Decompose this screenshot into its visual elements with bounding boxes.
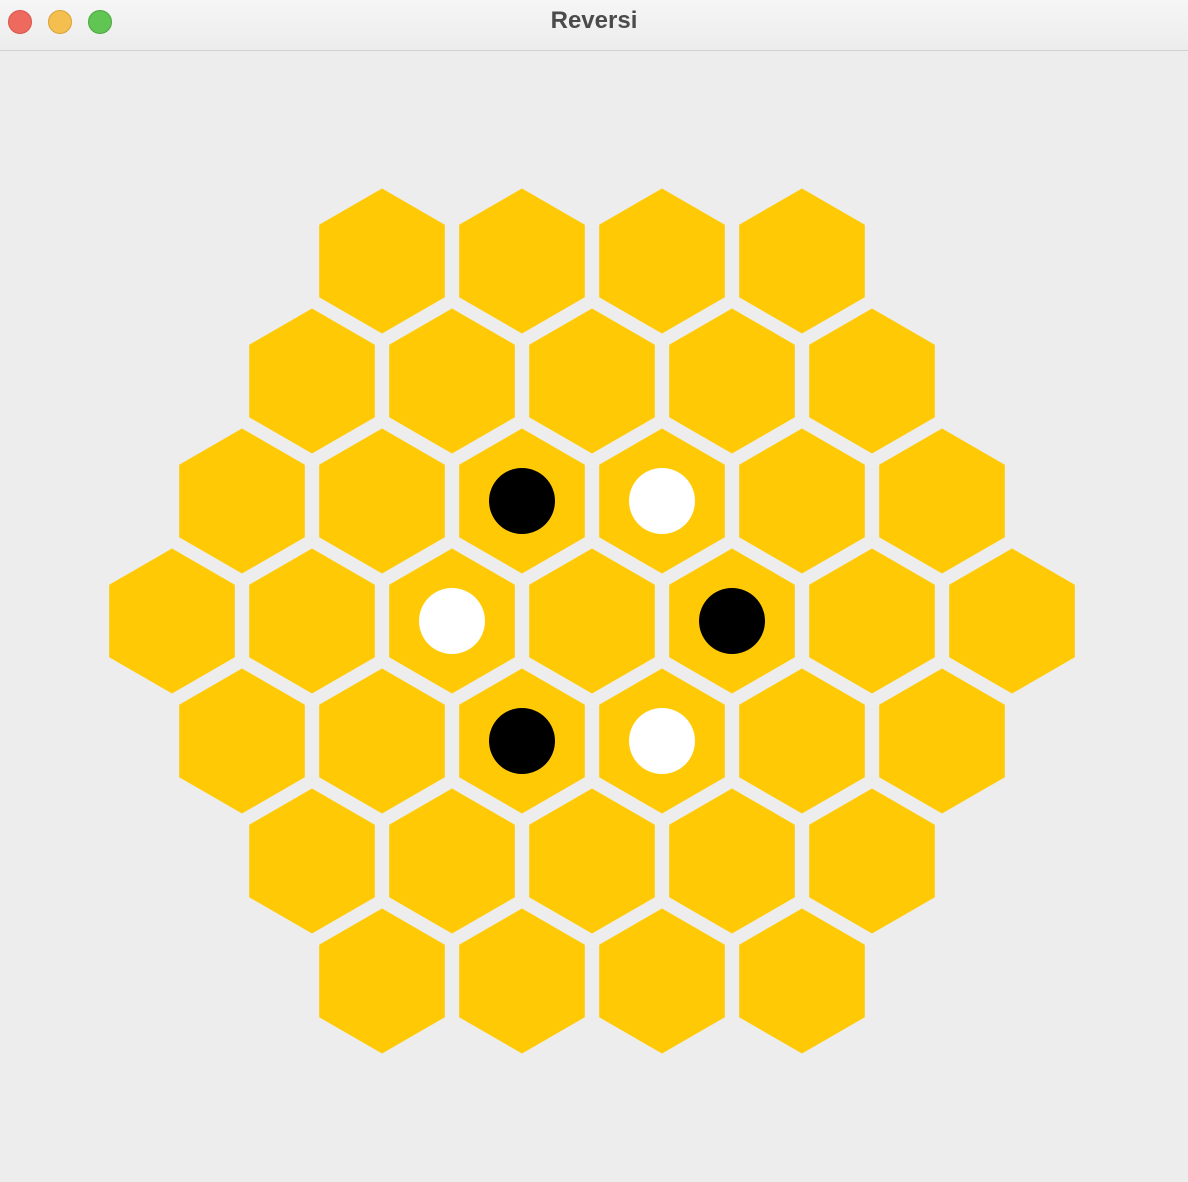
- board-cell-r1-c2[interactable]: [523, 301, 661, 461]
- white-piece: [629, 468, 695, 534]
- board-cell-r6-c2[interactable]: [593, 901, 731, 1061]
- board-cell-r0-c3[interactable]: [733, 181, 871, 341]
- board-cell-r1-c3[interactable]: [663, 301, 801, 461]
- black-piece: [489, 468, 555, 534]
- board-cell-r3-c1[interactable]: [243, 541, 381, 701]
- window-title: Reversi: [550, 7, 638, 34]
- board-cell-r5-c2[interactable]: [523, 781, 661, 941]
- black-piece: [699, 588, 765, 654]
- board-cell-r3-c5[interactable]: [803, 541, 941, 701]
- board-cell-r1-c4[interactable]: [803, 301, 941, 461]
- board-cell-r0-c0[interactable]: [313, 181, 451, 341]
- white-piece: [419, 588, 485, 654]
- board-cell-r4-c0[interactable]: [173, 661, 311, 821]
- white-piece: [629, 708, 695, 774]
- board-cell-r1-c0[interactable]: [243, 301, 381, 461]
- board-cell-r2-c4[interactable]: [733, 421, 871, 581]
- board-cell-r4-c1[interactable]: [313, 661, 451, 821]
- board-cell-r2-c1[interactable]: [313, 421, 451, 581]
- board-cell-r6-c1[interactable]: [453, 901, 591, 1061]
- board-cell-r5-c0[interactable]: [243, 781, 381, 941]
- board-canvas: [103, 181, 1081, 1061]
- board-cell-r0-c1[interactable]: [453, 181, 591, 341]
- board-cell-r1-c1[interactable]: [383, 301, 521, 461]
- board-cell-r3-c6[interactable]: [943, 541, 1081, 701]
- app-window: Reversi: [0, 0, 1188, 1182]
- board-cell-r4-c5[interactable]: [873, 661, 1011, 821]
- title-bar: Reversi: [0, 0, 1188, 51]
- board-cell-r2-c0[interactable]: [173, 421, 311, 581]
- board-cell-r5-c1[interactable]: [383, 781, 521, 941]
- board-cell-r6-c3[interactable]: [733, 901, 871, 1061]
- board-cell-r3-c3[interactable]: [523, 541, 661, 701]
- board-cell-r3-c0[interactable]: [103, 541, 241, 701]
- board-cell-r5-c4[interactable]: [803, 781, 941, 941]
- board-cell-r4-c4[interactable]: [733, 661, 871, 821]
- board-cell-r6-c0[interactable]: [313, 901, 451, 1061]
- board-cell-r5-c3[interactable]: [663, 781, 801, 941]
- black-piece: [489, 708, 555, 774]
- game-board: [0, 51, 1188, 1182]
- board-cell-r2-c5[interactable]: [873, 421, 1011, 581]
- board-cell-r0-c2[interactable]: [593, 181, 731, 341]
